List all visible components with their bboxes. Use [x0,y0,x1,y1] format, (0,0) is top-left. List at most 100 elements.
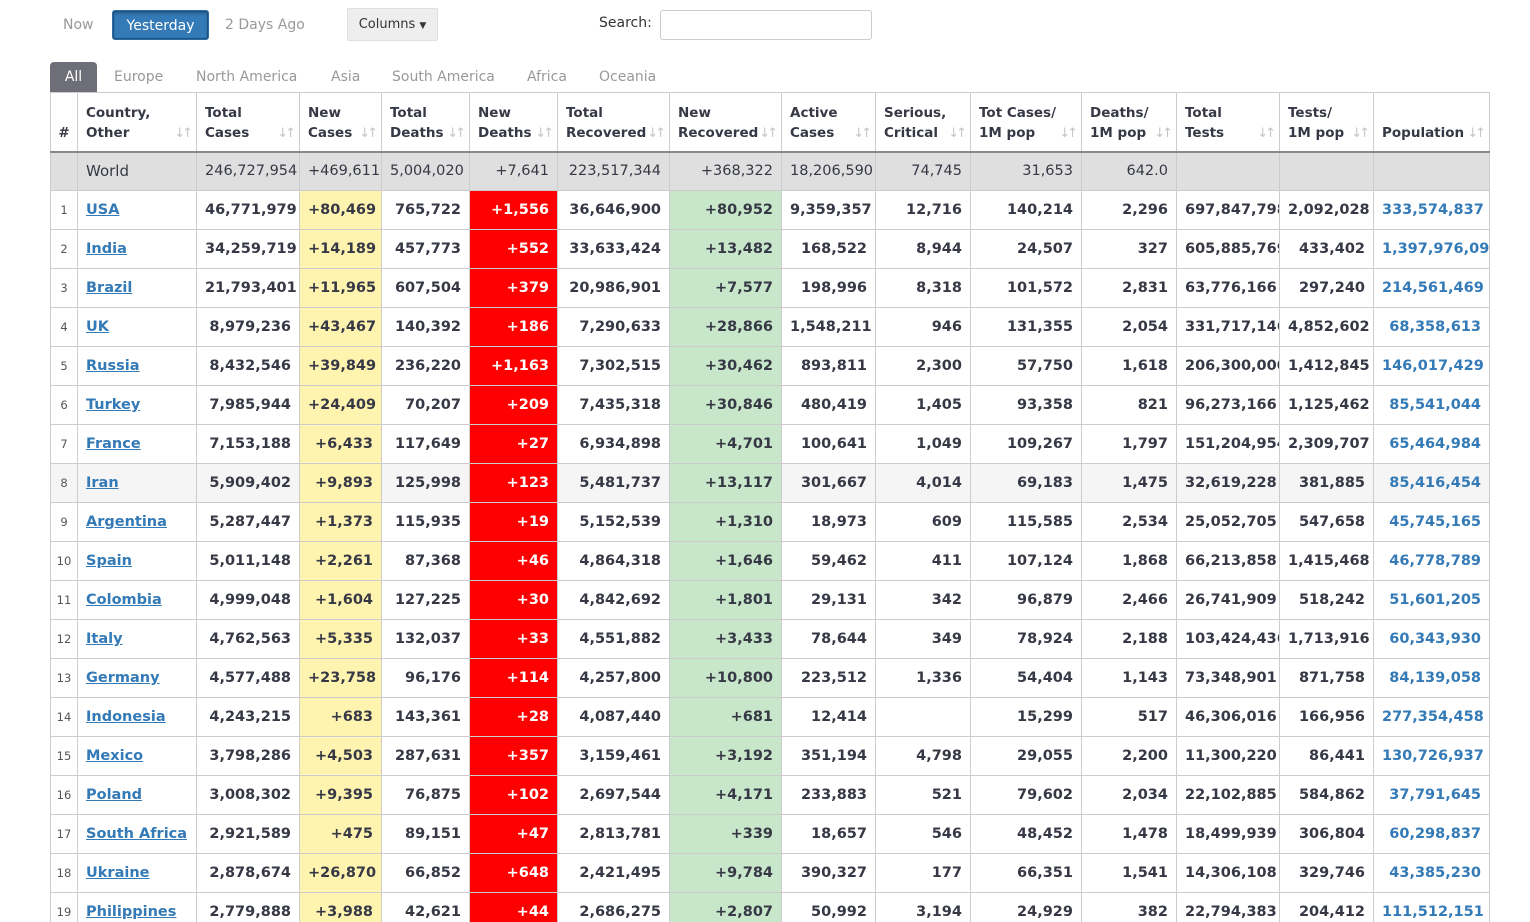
total-deaths-cell: 96,176 [381,658,470,698]
new-cases-cell: +6,433 [299,424,382,464]
deaths-per-1m-cell: 1,541 [1081,853,1177,893]
new-recovered-cell: +30,462 [669,346,782,386]
table-row: 15 Mexico 3,798,286 +4,503 287,631 +357 3,159,… [50,736,1490,776]
country-link[interactable]: Argentina [86,514,167,530]
new-recovered-cell: +1,646 [669,541,782,581]
sort-icon[interactable]: ↓↑ [948,124,967,144]
country-link[interactable]: UK [86,319,109,335]
country-link[interactable]: Ukraine [86,865,149,881]
sort-desc-icon[interactable]: ↓↑ [277,124,296,144]
tab-asia[interactable]: Asia [331,62,360,93]
column-header[interactable]: Total Tests ↓↑ [1176,92,1280,153]
serious-critical-cell: 177 [875,853,971,893]
country-link[interactable]: South Africa [86,826,187,842]
country-link[interactable]: Italy [86,631,123,647]
new-cases-cell: +4,503 [299,736,382,776]
sort-icon[interactable]: ↓↑ [359,124,378,144]
total-deaths-cell: 115,935 [381,502,470,542]
country-link[interactable]: Philippines [86,904,176,920]
column-header[interactable]: Total Cases ↓↑ [196,92,300,153]
country-link[interactable]: Germany [86,670,160,686]
serious-critical-cell: 411 [875,541,971,581]
country-link[interactable]: Indonesia [86,709,166,725]
country-link[interactable]: Poland [86,787,142,803]
column-header-label: Active [790,105,838,121]
search-input[interactable] [660,10,872,40]
column-header[interactable]: Tests/1M pop ↓↑ [1279,92,1374,153]
country-link[interactable]: USA [86,202,119,218]
sort-icon[interactable]: ↓↑ [853,124,872,144]
country-link[interactable]: Turkey [86,397,140,413]
deaths-per-1m-cell: 821 [1081,385,1177,425]
sort-icon[interactable]: ↓↑ [759,124,778,144]
new-cases-cell: +1,604 [299,580,382,620]
row-index-cell: 19 [50,892,78,922]
country-link[interactable]: Mexico [86,748,143,764]
deaths-per-1m-cell: 2,034 [1081,775,1177,815]
sort-icon[interactable]: ↓↑ [174,124,193,144]
column-header[interactable]: Population ↓↑ [1373,92,1490,153]
new-cases-cell: +39,849 [299,346,382,386]
tab-north-america[interactable]: North America [196,62,297,93]
sort-icon[interactable]: ↓↑ [447,124,466,144]
column-header[interactable]: Total Recovered ↓↑ [557,92,670,153]
sort-icon[interactable]: ↓↑ [1467,124,1486,144]
tab-europe[interactable]: Europe [114,62,163,93]
tab-south-america[interactable]: South America [392,62,495,93]
total-deaths-cell: 607,504 [381,268,470,308]
deaths-per-1m-cell: 1,143 [1081,658,1177,698]
now-button[interactable]: Now [63,10,94,40]
sort-icon[interactable]: ↓↑ [647,124,666,144]
column-header[interactable]: # [50,92,78,153]
column-header[interactable]: Total Deaths ↓↑ [381,92,470,153]
column-header[interactable]: Country, Other ↓↑ [77,92,197,153]
population-cell: 130,726,937 [1373,736,1490,776]
sort-icon[interactable]: ↓↑ [1257,124,1276,144]
sort-icon[interactable]: ↓↑ [1351,124,1370,144]
total-tests-cell: 73,348,901 [1176,658,1280,698]
country-link[interactable]: Spain [86,553,132,569]
country-link[interactable]: India [86,241,127,257]
total-tests-cell: 151,204,954 [1176,424,1280,464]
column-header[interactable]: New Deaths ↓↑ [469,92,558,153]
tot-cases-per-1m-cell: 48,452 [970,814,1082,854]
new-deaths-cell: +123 [469,463,558,503]
country-link[interactable]: Colombia [86,592,162,608]
sort-icon[interactable]: ↓↑ [1154,124,1173,144]
tab-africa[interactable]: Africa [527,62,567,93]
yesterday-button[interactable]: Yesterday [112,10,209,40]
columns-button[interactable]: Columns ▼ [347,8,438,41]
new-recovered-cell: +3,192 [669,736,782,776]
column-header[interactable]: Tot Cases/1M pop ↓↑ [970,92,1082,153]
total-cases-cell: 2,779,888 [196,892,300,922]
new-recovered-cell: +368,322 [669,151,782,191]
sort-icon[interactable]: ↓↑ [535,124,554,144]
row-index-cell: 6 [50,385,78,425]
total-deaths-cell: 66,852 [381,853,470,893]
two-days-ago-button[interactable]: 2 Days Ago [225,10,305,40]
tests-per-1m-cell: 2,092,028 [1279,190,1374,230]
column-header[interactable]: Active Cases ↓↑ [781,92,876,153]
country-name-cell: Ukraine [77,853,197,893]
new-cases-cell: +80,469 [299,190,382,230]
tot-cases-per-1m-cell: 69,183 [970,463,1082,503]
sort-icon[interactable]: ↓↑ [1059,124,1078,144]
column-header[interactable]: Deaths/1M pop ↓↑ [1081,92,1177,153]
tab-oceania[interactable]: Oceania [599,62,656,93]
serious-critical-cell: 609 [875,502,971,542]
row-index-cell: 12 [50,619,78,659]
country-link[interactable]: Brazil [86,280,132,296]
new-cases-cell: +14,189 [299,229,382,269]
column-header[interactable]: Serious, Critical ↓↑ [875,92,971,153]
country-link[interactable]: Iran [86,475,119,491]
new-recovered-cell: +13,117 [669,463,782,503]
row-index-cell: 17 [50,814,78,854]
table-row: 19 Philippines 2,779,888 +3,988 42,621 +44 2,6… [50,892,1490,922]
country-link[interactable]: Russia [86,358,140,374]
column-header[interactable]: New Cases ↓↑ [299,92,382,153]
column-header[interactable]: New Recovered ↓↑ [669,92,782,153]
new-recovered-cell: +4,701 [669,424,782,464]
deaths-per-1m-cell: 2,534 [1081,502,1177,542]
tab-all[interactable]: All [50,62,97,93]
country-link[interactable]: France [86,436,141,452]
